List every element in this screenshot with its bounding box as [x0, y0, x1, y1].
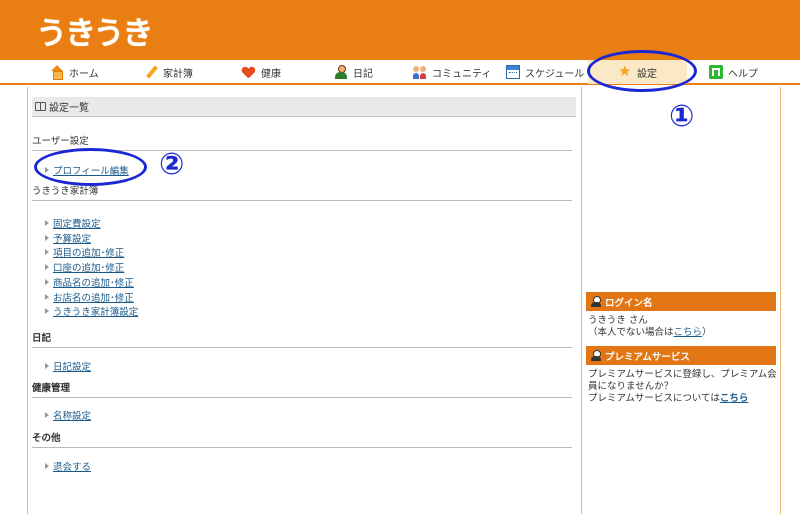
- login-user-name: うきうき さん: [588, 315, 648, 326]
- list-item: 商品名の追加･修正: [45, 275, 134, 289]
- link-fixed-cost[interactable]: 固定費設定: [53, 216, 101, 230]
- nav-item-health[interactable]: 健康: [242, 60, 281, 84]
- arrow-right-icon: [45, 363, 49, 369]
- arrow-right-icon: [45, 235, 49, 241]
- nav-item-kakeibo[interactable]: 家計簿: [144, 60, 193, 84]
- nav-item-label: 日記: [353, 68, 373, 80]
- calendar-icon: [506, 65, 520, 79]
- premium-line1: プレミアムサービスに登録し、プレミアム会: [588, 369, 777, 380]
- nav-item-community[interactable]: コミュニティ: [413, 60, 491, 84]
- arrow-right-icon: [45, 220, 49, 226]
- premium-line3: プレミアムサービスについてはこちら: [588, 393, 778, 405]
- nav-item-label: ホーム: [69, 68, 99, 80]
- page-title: 設定一覧: [32, 97, 576, 117]
- nav-item-home[interactable]: ホーム: [50, 60, 99, 84]
- link-withdraw[interactable]: 退会する: [53, 459, 91, 473]
- arrow-right-icon: [45, 249, 49, 255]
- nav-item-label: 家計簿: [163, 68, 193, 80]
- nav-item-schedule[interactable]: スケジュール: [506, 60, 584, 84]
- link-product-edit[interactable]: 商品名の追加･修正: [53, 275, 134, 289]
- list-item: 日記設定: [45, 359, 91, 373]
- list-item: 口座の追加･修正: [45, 260, 124, 274]
- nav-item-help[interactable]: ヘルプ: [709, 60, 758, 84]
- premium-line3-prefix: プレミアムサービスについては: [588, 393, 720, 404]
- login-note-suffix: ）: [702, 327, 712, 338]
- arrow-right-icon: [45, 412, 49, 418]
- user-icon: [591, 350, 601, 361]
- login-note-prefix: （本人でない場合は: [588, 327, 674, 338]
- list-item: 予算設定: [45, 231, 91, 245]
- heart-icon: [242, 65, 256, 79]
- nav-item-label: コミュニティ: [432, 68, 492, 80]
- user-icon: [591, 296, 601, 307]
- nav-item-label: 健康: [261, 68, 281, 80]
- login-note: （本人でない場合はこちら）: [588, 327, 778, 339]
- arrow-right-icon: [45, 279, 49, 285]
- premium-info: プレミアムサービスに登録し、プレミアム会 員になりませんか？ プレミアムサービス…: [588, 369, 778, 405]
- annotation-ellipse-settings: [587, 50, 697, 92]
- people-icon: [413, 65, 427, 79]
- help-icon: [709, 65, 723, 79]
- section-other: その他: [32, 430, 572, 448]
- link-name-settings[interactable]: 名称設定: [53, 408, 91, 422]
- list-item: うきうき家計簿設定: [45, 304, 138, 318]
- login-heading-text: ログイン名: [605, 297, 653, 309]
- link-kakeibo-settings[interactable]: うきうき家計簿設定: [53, 304, 138, 318]
- column-divider: [581, 87, 582, 514]
- link-category-edit[interactable]: 項目の追加･修正: [53, 245, 124, 259]
- list-item: 名称設定: [45, 408, 91, 422]
- nav-item-label: ヘルプ: [728, 68, 758, 80]
- link-shop-edit[interactable]: お店名の追加･修正: [53, 290, 134, 304]
- premium-heading-text: プレミアムサービス: [605, 351, 690, 363]
- book-icon: [35, 102, 46, 111]
- premium-heading: プレミアムサービス: [586, 346, 776, 365]
- section-kakeibo: うきうき家計簿: [32, 183, 572, 201]
- pen-icon: [144, 65, 158, 79]
- annotation-marker-2: ②: [159, 147, 185, 182]
- link-diary-settings[interactable]: 日記設定: [53, 359, 91, 373]
- site-logo[interactable]: うきうき: [36, 8, 153, 53]
- section-health: 健康管理: [32, 380, 572, 398]
- list-item: 退会する: [45, 459, 91, 473]
- list-item: 固定費設定: [45, 216, 101, 230]
- premium-link[interactable]: こちら: [720, 393, 749, 404]
- annotation-marker-1: ①: [669, 99, 695, 134]
- nav-item-label: スケジュール: [525, 68, 585, 80]
- login-not-me-link[interactable]: こちら: [674, 327, 703, 338]
- arrow-right-icon: [45, 264, 49, 270]
- arrow-right-icon: [45, 308, 49, 314]
- site-header: うきうき: [0, 0, 800, 60]
- login-info: うきうき さん （本人でない場合はこちら）: [588, 315, 778, 339]
- list-item: 項目の追加･修正: [45, 245, 124, 259]
- section-user-settings: ユーザー設定: [32, 133, 572, 151]
- home-icon: [50, 65, 64, 80]
- link-budget[interactable]: 予算設定: [53, 231, 91, 245]
- page-title-text: 設定一覧: [49, 103, 89, 114]
- list-item: お店名の追加･修正: [45, 290, 134, 304]
- link-account-edit[interactable]: 口座の追加･修正: [53, 260, 124, 274]
- premium-line2: 員になりませんか？: [588, 381, 674, 392]
- nav-item-diary[interactable]: 日記: [334, 60, 373, 84]
- annotation-ellipse-profile: [34, 148, 147, 186]
- arrow-right-icon: [45, 294, 49, 300]
- section-diary: 日記: [32, 330, 572, 348]
- login-name-heading: ログイン名: [586, 292, 776, 311]
- person-icon: [334, 65, 348, 79]
- arrow-right-icon: [45, 463, 49, 469]
